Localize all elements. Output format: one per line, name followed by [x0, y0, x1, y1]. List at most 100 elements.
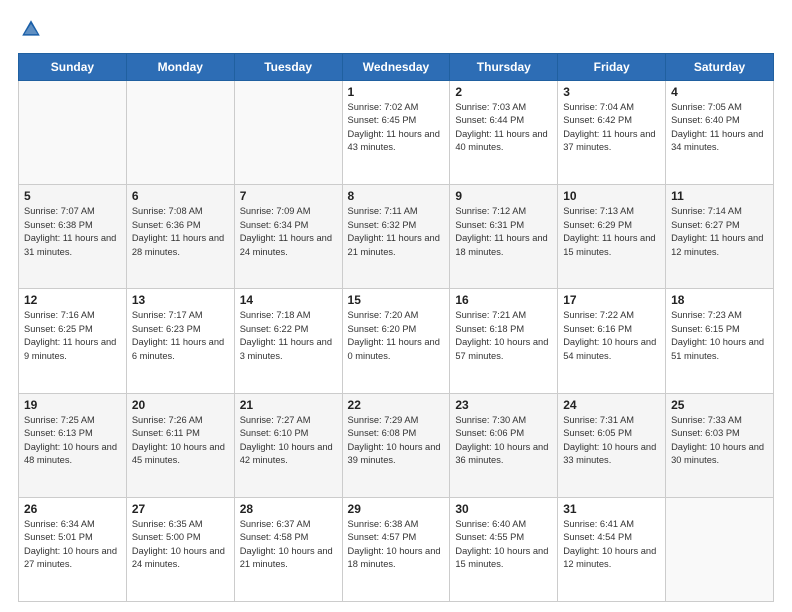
day-info: Sunrise: 7:33 AM Sunset: 6:03 PM Dayligh… — [671, 414, 768, 468]
day-info: Sunrise: 7:03 AM Sunset: 6:44 PM Dayligh… — [455, 101, 552, 155]
day-number: 18 — [671, 293, 768, 307]
calendar-cell: 31 Sunrise: 6:41 AM Sunset: 4:54 PM Dayli… — [558, 497, 666, 601]
day-number: 28 — [240, 502, 337, 516]
day-info: Sunrise: 7:27 AM Sunset: 6:10 PM Dayligh… — [240, 414, 337, 468]
day-info: Sunrise: 7:30 AM Sunset: 6:06 PM Dayligh… — [455, 414, 552, 468]
day-number: 4 — [671, 85, 768, 99]
day-info: Sunrise: 7:02 AM Sunset: 6:45 PM Dayligh… — [348, 101, 445, 155]
day-number: 12 — [24, 293, 121, 307]
day-number: 25 — [671, 398, 768, 412]
day-number: 7 — [240, 189, 337, 203]
calendar-cell: 12 Sunrise: 7:16 AM Sunset: 6:25 PM Dayli… — [19, 289, 127, 393]
calendar-week-2: 5 Sunrise: 7:07 AM Sunset: 6:38 PM Daylig… — [19, 185, 774, 289]
day-number: 31 — [563, 502, 660, 516]
calendar-cell: 24 Sunrise: 7:31 AM Sunset: 6:05 PM Dayli… — [558, 393, 666, 497]
day-info: Sunrise: 7:16 AM Sunset: 6:25 PM Dayligh… — [24, 309, 121, 363]
day-info: Sunrise: 7:05 AM Sunset: 6:40 PM Dayligh… — [671, 101, 768, 155]
calendar-cell: 4 Sunrise: 7:05 AM Sunset: 6:40 PM Daylig… — [666, 81, 774, 185]
calendar-cell: 7 Sunrise: 7:09 AM Sunset: 6:34 PM Daylig… — [234, 185, 342, 289]
day-number: 21 — [240, 398, 337, 412]
day-info: Sunrise: 6:38 AM Sunset: 4:57 PM Dayligh… — [348, 518, 445, 572]
day-number: 3 — [563, 85, 660, 99]
calendar-week-4: 19Sunrise: 7:25 AM Sunset: 6:13 PM Dayli… — [19, 393, 774, 497]
calendar-cell: 26 Sunrise: 6:34 AM Sunset: 5:01 PM Dayli… — [19, 497, 127, 601]
calendar-cell: 27 Sunrise: 6:35 AM Sunset: 5:00 PM Dayli… — [126, 497, 234, 601]
day-info: Sunrise: 7:26 AM Sunset: 6:11 PM Dayligh… — [132, 414, 229, 468]
day-info: Sunrise: 7:08 AM Sunset: 6:36 PM Dayligh… — [132, 205, 229, 259]
day-info: Sunrise: 6:35 AM Sunset: 5:00 PM Dayligh… — [132, 518, 229, 572]
day-info: Sunrise: 7:09 AM Sunset: 6:34 PM Dayligh… — [240, 205, 337, 259]
day-number: 16 — [455, 293, 552, 307]
day-number: 9 — [455, 189, 552, 203]
day-number: 29 — [348, 502, 445, 516]
day-header-thursday: Thursday — [450, 54, 558, 81]
day-info: Sunrise: 6:34 AM Sunset: 5:01 PM Dayligh… — [24, 518, 121, 572]
calendar-cell — [126, 81, 234, 185]
day-header-tuesday: Tuesday — [234, 54, 342, 81]
calendar-week-3: 12 Sunrise: 7:16 AM Sunset: 6:25 PM Dayli… — [19, 289, 774, 393]
logo-icon — [20, 18, 42, 40]
calendar-cell: 8 Sunrise: 7:11 AM Sunset: 6:32 PM Daylig… — [342, 185, 450, 289]
day-info: Sunrise: 7:22 AM Sunset: 6:16 PM Dayligh… — [563, 309, 660, 363]
day-info: Sunrise: 7:13 AM Sunset: 6:29 PM Dayligh… — [563, 205, 660, 259]
day-header-sunday: Sunday — [19, 54, 127, 81]
calendar-week-1: 1Sunrise: 7:02 AM Sunset: 6:45 PM Daylig… — [19, 81, 774, 185]
day-number: 8 — [348, 189, 445, 203]
day-info: Sunrise: 7:21 AM Sunset: 6:18 PM Dayligh… — [455, 309, 552, 363]
calendar-cell: 17 Sunrise: 7:22 AM Sunset: 6:16 PM Dayli… — [558, 289, 666, 393]
day-number: 23 — [455, 398, 552, 412]
day-info: Sunrise: 7:11 AM Sunset: 6:32 PM Dayligh… — [348, 205, 445, 259]
day-info: Sunrise: 7:04 AM Sunset: 6:42 PM Dayligh… — [563, 101, 660, 155]
day-info: Sunrise: 7:14 AM Sunset: 6:27 PM Dayligh… — [671, 205, 768, 259]
calendar-cell: 20 Sunrise: 7:26 AM Sunset: 6:11 PM Dayli… — [126, 393, 234, 497]
day-number: 2 — [455, 85, 552, 99]
day-info: Sunrise: 6:41 AM Sunset: 4:54 PM Dayligh… — [563, 518, 660, 572]
day-info: Sunrise: 7:31 AM Sunset: 6:05 PM Dayligh… — [563, 414, 660, 468]
logo — [18, 18, 46, 45]
calendar-cell — [666, 497, 774, 601]
calendar-cell: 1Sunrise: 7:02 AM Sunset: 6:45 PM Daylig… — [342, 81, 450, 185]
day-info: Sunrise: 7:29 AM Sunset: 6:08 PM Dayligh… — [348, 414, 445, 468]
calendar-cell: 13 Sunrise: 7:17 AM Sunset: 6:23 PM Dayli… — [126, 289, 234, 393]
day-info: Sunrise: 7:07 AM Sunset: 6:38 PM Dayligh… — [24, 205, 121, 259]
calendar-table: SundayMondayTuesdayWednesdayThursdayFrid… — [18, 53, 774, 602]
calendar-cell: 23 Sunrise: 7:30 AM Sunset: 6:06 PM Dayli… — [450, 393, 558, 497]
day-number: 15 — [348, 293, 445, 307]
day-info: Sunrise: 6:40 AM Sunset: 4:55 PM Dayligh… — [455, 518, 552, 572]
day-info: Sunrise: 7:17 AM Sunset: 6:23 PM Dayligh… — [132, 309, 229, 363]
calendar-cell: 16 Sunrise: 7:21 AM Sunset: 6:18 PM Dayli… — [450, 289, 558, 393]
calendar-cell: 6Sunrise: 7:08 AM Sunset: 6:36 PM Daylig… — [126, 185, 234, 289]
day-number: 10 — [563, 189, 660, 203]
day-number: 20 — [132, 398, 229, 412]
calendar-cell: 3 Sunrise: 7:04 AM Sunset: 6:42 PM Daylig… — [558, 81, 666, 185]
day-number: 30 — [455, 502, 552, 516]
calendar-cell: 14 Sunrise: 7:18 AM Sunset: 6:22 PM Dayli… — [234, 289, 342, 393]
calendar-cell: 25 Sunrise: 7:33 AM Sunset: 6:03 PM Dayli… — [666, 393, 774, 497]
day-info: Sunrise: 7:18 AM Sunset: 6:22 PM Dayligh… — [240, 309, 337, 363]
day-info: Sunrise: 7:25 AM Sunset: 6:13 PM Dayligh… — [24, 414, 121, 468]
calendar-cell: 19Sunrise: 7:25 AM Sunset: 6:13 PM Dayli… — [19, 393, 127, 497]
calendar-week-5: 26 Sunrise: 6:34 AM Sunset: 5:01 PM Dayli… — [19, 497, 774, 601]
day-info: Sunrise: 7:12 AM Sunset: 6:31 PM Dayligh… — [455, 205, 552, 259]
day-header-saturday: Saturday — [666, 54, 774, 81]
day-number: 17 — [563, 293, 660, 307]
day-number: 24 — [563, 398, 660, 412]
day-number: 26 — [24, 502, 121, 516]
calendar-cell: 10 Sunrise: 7:13 AM Sunset: 6:29 PM Dayli… — [558, 185, 666, 289]
day-number: 27 — [132, 502, 229, 516]
day-number: 22 — [348, 398, 445, 412]
header — [18, 18, 774, 45]
calendar-cell — [19, 81, 127, 185]
calendar-cell: 2 Sunrise: 7:03 AM Sunset: 6:44 PM Daylig… — [450, 81, 558, 185]
day-info: Sunrise: 7:23 AM Sunset: 6:15 PM Dayligh… — [671, 309, 768, 363]
day-number: 14 — [240, 293, 337, 307]
calendar-cell: 30 Sunrise: 6:40 AM Sunset: 4:55 PM Dayli… — [450, 497, 558, 601]
day-of-week-header: SundayMondayTuesdayWednesdayThursdayFrid… — [19, 54, 774, 81]
day-number: 13 — [132, 293, 229, 307]
day-number: 5 — [24, 189, 121, 203]
day-info: Sunrise: 7:20 AM Sunset: 6:20 PM Dayligh… — [348, 309, 445, 363]
day-header-monday: Monday — [126, 54, 234, 81]
day-header-wednesday: Wednesday — [342, 54, 450, 81]
calendar-cell: 15 Sunrise: 7:20 AM Sunset: 6:20 PM Dayli… — [342, 289, 450, 393]
calendar-cell: 21 Sunrise: 7:27 AM Sunset: 6:10 PM Dayli… — [234, 393, 342, 497]
